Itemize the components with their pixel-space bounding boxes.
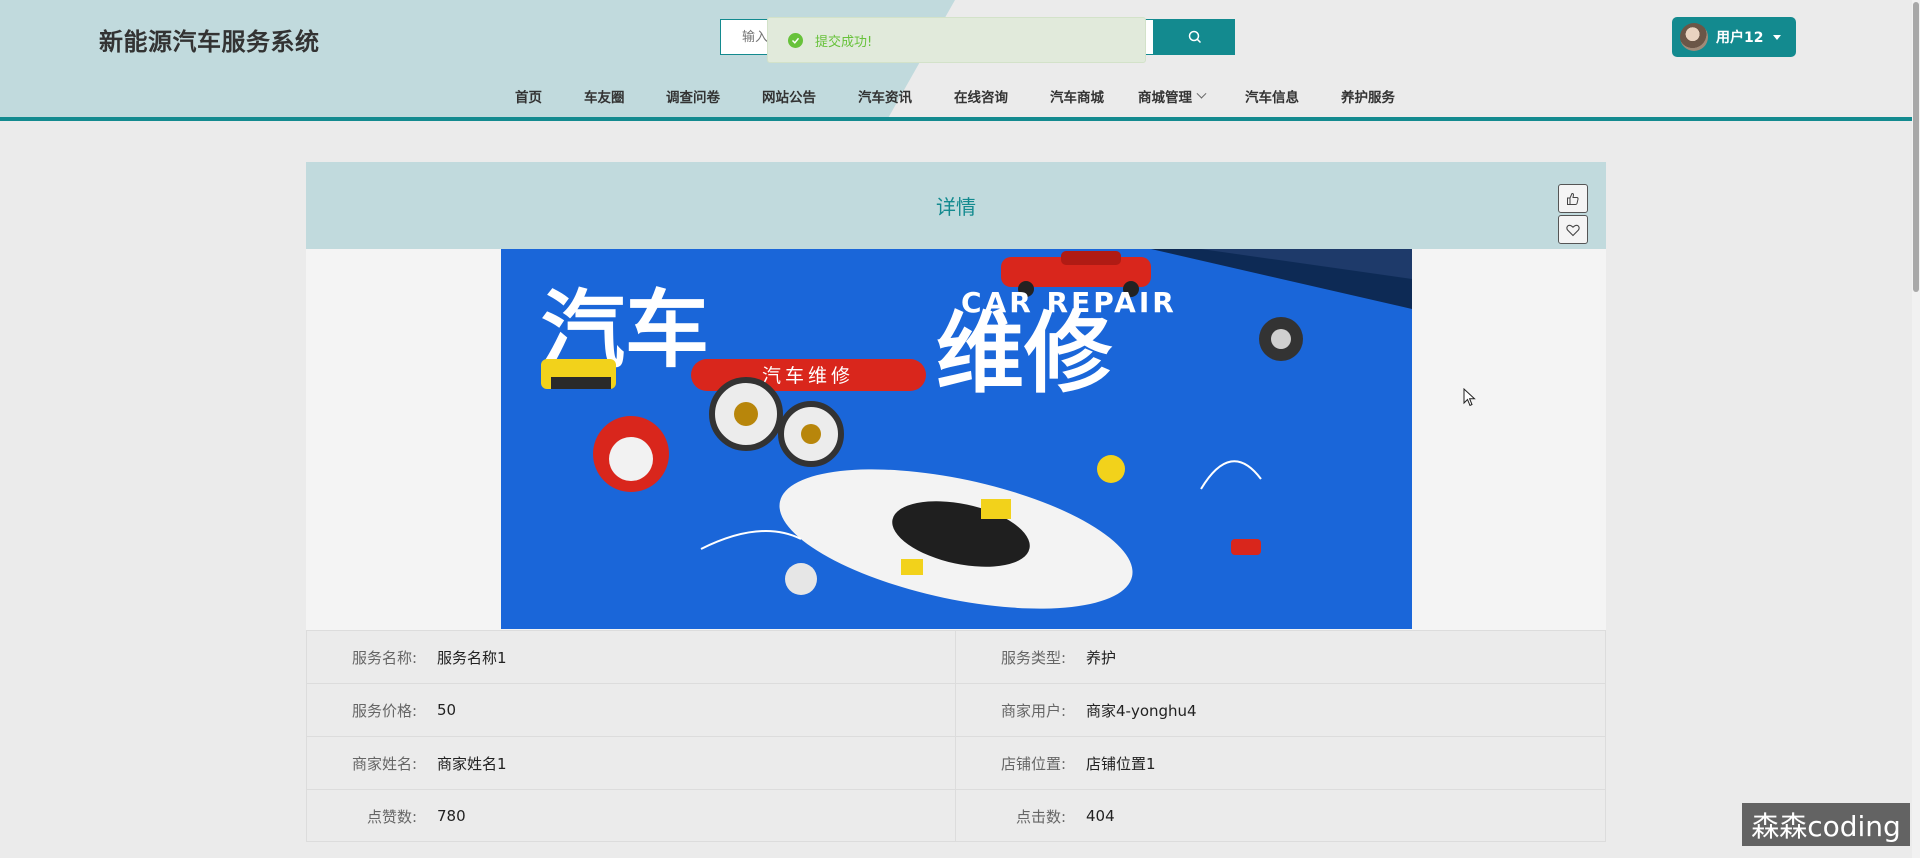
field-service-type: 服务类型: 养护 (956, 631, 1606, 683)
site-header: 新能源汽车服务系统 提交成功! 用户12 首页 车友圈 调查问卷 网站公告 汽车… (0, 0, 1912, 121)
caret-down-icon (1773, 34, 1782, 40)
field-value: 商家4-yonghu4 (1086, 701, 1197, 720)
nav-item-mall-manage-label: 商城管理 (1138, 90, 1192, 106)
search-button[interactable] (1154, 19, 1235, 55)
field-label: 商家姓名: (351, 754, 417, 773)
detail-header: 详情 (306, 162, 1606, 249)
field-click-count: 点击数: 404 (956, 790, 1606, 842)
field-value: 50 (437, 701, 457, 719)
field-value: 780 (437, 807, 466, 825)
nav-item-car-friends[interactable]: 车友圈 (584, 86, 625, 106)
field-merchant-name: 商家姓名: 商家姓名1 (306, 737, 956, 789)
like-button[interactable] (1558, 184, 1588, 213)
banner-english-title: CAR REPAIR (961, 286, 1177, 319)
field-label: 服务类型: (1000, 648, 1066, 667)
nav-item-announcements[interactable]: 网站公告 (762, 86, 816, 106)
detail-title: 详情 (936, 195, 976, 219)
header-divider (0, 117, 1912, 121)
service-info-table: 服务名称: 服务名称1 服务类型: 养护 服务价格: 50 商家用户: 商家4-… (306, 630, 1606, 842)
table-row: 服务名称: 服务名称1 服务类型: 养护 (306, 630, 1606, 683)
field-like-count: 点赞数: 780 (306, 790, 956, 842)
scrollbar-thumb[interactable] (1913, 2, 1919, 292)
nav-item-online-consult[interactable]: 在线咨询 (954, 86, 1008, 106)
field-value: 服务名称1 (437, 648, 507, 667)
heart-icon (1566, 224, 1580, 236)
nav-item-mall-manage[interactable]: 商城管理 (1138, 86, 1207, 106)
nav-item-car-mall[interactable]: 汽车商城 (1050, 86, 1104, 106)
nav-item-car-news[interactable]: 汽车资讯 (858, 86, 912, 106)
field-label: 服务价格: (351, 701, 417, 720)
nav-item-survey[interactable]: 调查问卷 (666, 86, 720, 106)
user-name: 用户12 (1716, 30, 1764, 46)
field-label: 点赞数: (366, 807, 417, 826)
field-value: 养护 (1086, 648, 1117, 667)
field-merchant-user: 商家用户: 商家4-yonghu4 (956, 684, 1606, 736)
toast-message: 提交成功! (815, 34, 873, 50)
field-value: 商家姓名1 (437, 754, 507, 773)
chevron-down-icon (1196, 88, 1207, 99)
nav-item-home[interactable]: 首页 (515, 86, 542, 106)
field-service-name: 服务名称: 服务名称1 (306, 631, 956, 683)
search-icon (1188, 30, 1201, 44)
service-banner-image: 汽车 维修 CAR REPAIR 汽车维修 (501, 249, 1412, 629)
field-shop-location: 店铺位置: 店铺位置1 (956, 737, 1606, 789)
table-row: 商家姓名: 商家姓名1 店铺位置: 店铺位置1 (306, 736, 1606, 789)
favorite-button[interactable] (1558, 215, 1588, 244)
nav-item-maintenance[interactable]: 养护服务 (1341, 86, 1395, 106)
watermark: 森森coding (1742, 803, 1910, 846)
site-title: 新能源汽车服务系统 (99, 28, 320, 56)
avatar (1680, 23, 1708, 51)
table-row: 点赞数: 780 点击数: 404 (306, 789, 1606, 842)
user-menu-button[interactable]: 用户12 (1672, 17, 1796, 57)
thumbs-up-icon (1567, 192, 1579, 205)
mouse-cursor-icon (1463, 388, 1476, 407)
table-row: 服务价格: 50 商家用户: 商家4-yonghu4 (306, 683, 1606, 736)
field-label: 商家用户: (1000, 701, 1066, 720)
nav-item-car-info[interactable]: 汽车信息 (1245, 86, 1299, 106)
field-label: 服务名称: (351, 648, 417, 667)
banner-tag: 汽车维修 (762, 365, 854, 387)
check-circle-icon (788, 32, 803, 48)
field-label: 店铺位置: (1000, 754, 1066, 773)
field-value: 店铺位置1 (1086, 754, 1156, 773)
main-nav: 首页 车友圈 调查问卷 网站公告 汽车资讯 在线咨询 汽车商城 商城管理 汽车信… (0, 86, 1912, 108)
field-service-price: 服务价格: 50 (306, 684, 956, 736)
success-toast: 提交成功! (767, 17, 1146, 63)
field-value: 404 (1086, 807, 1115, 825)
field-label: 点击数: (1015, 807, 1066, 826)
